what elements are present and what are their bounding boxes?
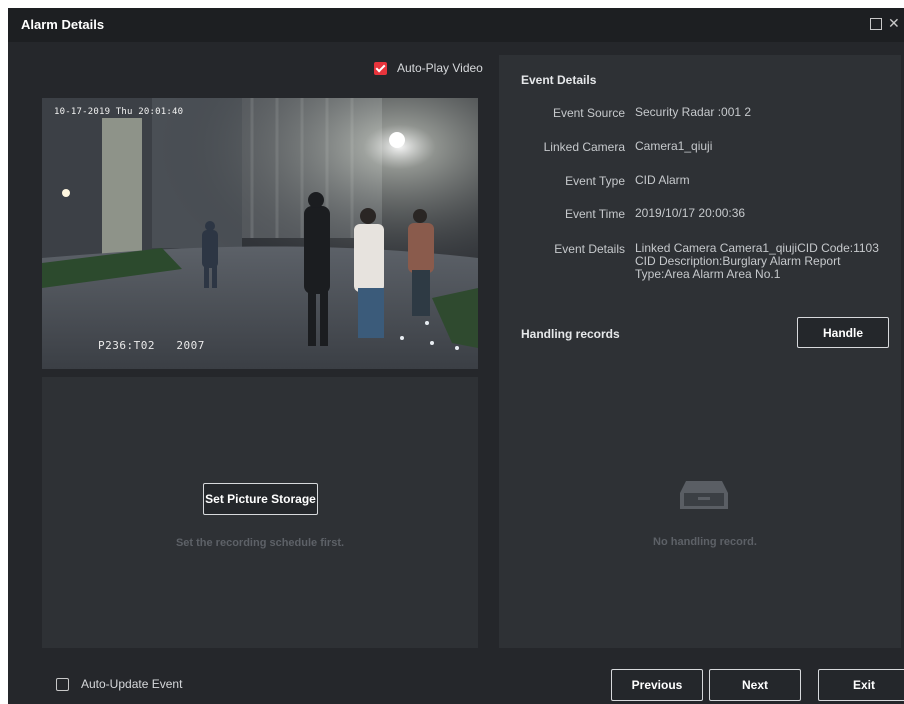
field-label: Event Details [554, 242, 625, 256]
empty-inbox-icon [680, 481, 728, 509]
set-picture-storage-button[interactable]: Set Picture Storage [203, 483, 318, 515]
event-details-heading: Event Details [521, 73, 597, 87]
picture-panel: Set Picture Storage Set the recording sc… [42, 377, 478, 648]
field-label: Event Time [564, 207, 625, 221]
field-label: Event Source [552, 106, 625, 120]
window-title: Alarm Details [21, 17, 105, 32]
previous-button[interactable]: Previous [611, 669, 703, 701]
checked-box-icon[interactable] [374, 61, 387, 75]
auto-update-event-checkbox[interactable]: Auto-Update Event [56, 677, 182, 691]
field-value: Security Radar :001 2 [635, 105, 752, 119]
title-bar: Alarm Details ✕ [8, 8, 904, 42]
alarm-details-window: Alarm Details ✕ Auto-Play Video 10-17-20… [8, 8, 904, 704]
auto-play-video-label: Auto-Play Video [397, 61, 483, 75]
field-label: Event Type [565, 174, 625, 188]
video-overlay-code: P236:T02 2007 [98, 339, 205, 352]
video-timestamp: 10-17-2019 Thu 20:01:40 [54, 107, 184, 117]
video-frame [42, 98, 478, 369]
next-button[interactable]: Next [709, 669, 801, 701]
field-value: Linked Camera Camera1_qiujiCID Code:1103… [635, 241, 879, 281]
auto-play-video-checkbox[interactable]: Auto-Play Video [374, 61, 483, 75]
exit-button[interactable]: Exit [818, 669, 904, 701]
no-handling-record-text: No handling record. [653, 536, 757, 548]
handle-button[interactable]: Handle [797, 317, 889, 348]
storage-hint-text: Set the recording schedule first. [175, 537, 345, 549]
handling-records-heading: Handling records [521, 327, 620, 341]
field-value: CID Alarm [635, 173, 690, 187]
event-details-panel: Event Details Event Source Security Rada… [499, 55, 901, 648]
close-icon[interactable]: ✕ [888, 16, 902, 30]
maximize-icon[interactable] [870, 18, 882, 30]
field-value: 2019/10/17 20:00:36 [635, 206, 746, 220]
video-player[interactable]: 10-17-2019 Thu 20:01:40 P236:T02 2007 [42, 98, 478, 369]
field-value: Camera1_qiuji [635, 139, 713, 153]
auto-update-event-label: Auto-Update Event [81, 677, 183, 691]
field-label: Linked Camera [543, 140, 625, 154]
unchecked-box-icon[interactable] [56, 677, 69, 691]
